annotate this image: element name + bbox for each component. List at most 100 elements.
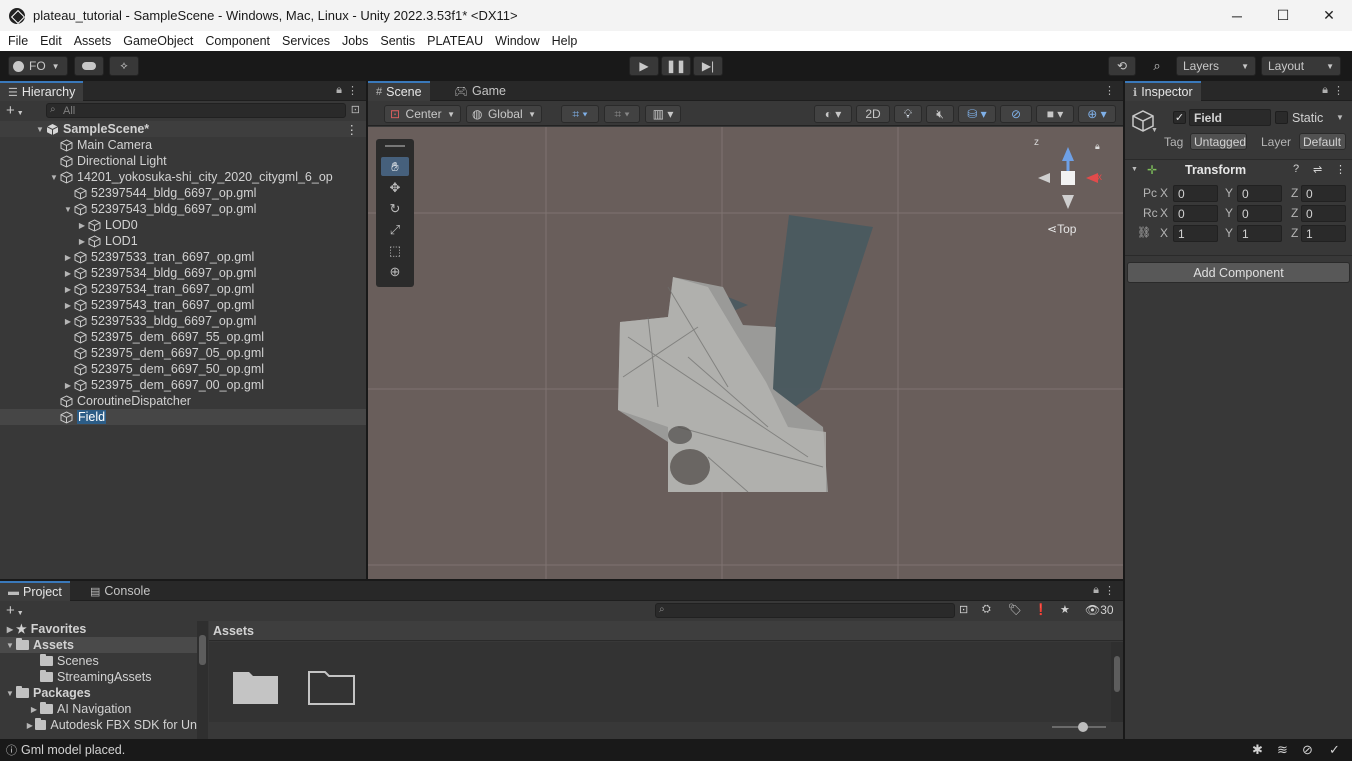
scroll-thumb[interactable]: [199, 635, 206, 665]
menu-plateau[interactable]: PLATEAU: [421, 34, 489, 48]
project-tree-item[interactable]: ▼ Packages: [0, 685, 197, 701]
hierarchy-item[interactable]: ▶ LOD1: [0, 233, 366, 249]
folder-icon[interactable]: [231, 666, 281, 706]
scale-link-x-field[interactable]: 1: [1173, 225, 1218, 242]
audio-toggle[interactable]: 🔇︎: [926, 105, 954, 123]
constrain-proportions-icon[interactable]: ⛓︎: [1137, 226, 1151, 239]
position-y-field[interactable]: 0: [1237, 185, 1282, 202]
palette-drag-handle[interactable]: [385, 145, 405, 147]
scale-tool[interactable]: ⤢: [381, 220, 409, 239]
expand-right-icon[interactable]: ▶: [62, 381, 74, 390]
tab-scene[interactable]: # Scene: [368, 81, 430, 101]
project-tree-item[interactable]: ▶ ★ Favorites: [0, 621, 197, 637]
menu-assets[interactable]: Assets: [68, 34, 118, 48]
search-by-type-icon[interactable]: ⊡: [959, 603, 968, 616]
hierarchy-search-input[interactable]: ⌕ All: [46, 103, 346, 118]
layer-dropdown[interactable]: Default: [1299, 133, 1346, 150]
more-options-icon[interactable]: ⋮: [1104, 584, 1115, 597]
hierarchy-item[interactable]: ▶ 52397543_tran_6697_op.gml: [0, 297, 366, 313]
hierarchy-item[interactable]: Field: [0, 409, 366, 425]
tab-console[interactable]: ▤ Console: [82, 581, 158, 601]
folder-icon[interactable]: [307, 666, 357, 706]
search-filter-icon[interactable]: ⊡: [351, 103, 360, 116]
expand-down-icon[interactable]: ▼: [48, 173, 60, 182]
scale-link-z-field[interactable]: 1: [1301, 225, 1346, 242]
project-tree-item[interactable]: ▶ AI Navigation: [0, 701, 197, 717]
preset-icon[interactable]: ⇌: [1313, 163, 1322, 176]
expand-right-icon[interactable]: ▶: [62, 253, 74, 262]
play-button[interactable]: ▶: [629, 56, 659, 76]
menu-sentis[interactable]: Sentis: [374, 34, 421, 48]
project-tree-item[interactable]: StreamingAssets: [0, 669, 197, 685]
progress-icon[interactable]: ≋: [1277, 742, 1288, 758]
scene-root-row[interactable]: ▼ SampleScene* ⋮: [0, 121, 366, 137]
step-button[interactable]: ▶|: [693, 56, 723, 76]
expand-right-icon[interactable]: ▶: [4, 625, 16, 634]
hierarchy-item[interactable]: 523975_dem_6697_05_op.gml: [0, 345, 366, 361]
2d-mode-toggle[interactable]: 2D: [856, 105, 890, 123]
more-options-icon[interactable]: ⋮: [346, 122, 359, 137]
gizmo-view-label[interactable]: ⋖Top: [1047, 222, 1076, 236]
layers-dropdown[interactable]: Layers ▼: [1176, 56, 1256, 76]
slider-thumb[interactable]: [1078, 722, 1088, 732]
menu-help[interactable]: Help: [546, 34, 584, 48]
static-dropdown[interactable]: ▼: [1336, 113, 1344, 122]
visibility-count[interactable]: 👁︎30: [1085, 603, 1114, 617]
breadcrumb-assets[interactable]: Assets: [213, 624, 254, 638]
filter-by-label-icon[interactable]: 🏷︎: [1008, 603, 1022, 616]
maximize-button[interactable]: ☐: [1260, 0, 1306, 31]
expand-right-icon[interactable]: ▶: [28, 705, 40, 714]
camera-dropdown[interactable]: ■ ▾: [1036, 105, 1074, 123]
position-z-field[interactable]: 0: [1301, 185, 1346, 202]
menu-jobs[interactable]: Jobs: [336, 34, 374, 48]
active-checkbox[interactable]: ✓: [1173, 111, 1186, 124]
rotation-z-field[interactable]: 0: [1301, 205, 1346, 222]
expand-down-icon[interactable]: ▼: [62, 205, 74, 214]
hierarchy-item[interactable]: ▶ 52397533_tran_6697_op.gml: [0, 249, 366, 265]
expand-right-icon[interactable]: ▶: [25, 721, 36, 730]
grid-snap-dropdown[interactable]: ⌗ ▾: [561, 105, 599, 123]
tag-dropdown[interactable]: Untagged: [1190, 133, 1247, 150]
static-checkbox[interactable]: [1275, 111, 1288, 124]
project-tree-item[interactable]: ▶ Autodesk FBX SDK for Un: [0, 717, 197, 733]
menu-services[interactable]: Services: [276, 34, 336, 48]
increment-snap-dropdown[interactable]: ⌗ ▾: [604, 105, 640, 123]
scene-viewport[interactable]: z x 🔒︎ ⋖Top ✋︎ ✥ ↻ ⤢ ⬚ ⊕: [368, 127, 1123, 579]
hierarchy-item[interactable]: 52397544_bldg_6697_op.gml: [0, 185, 366, 201]
menu-gameobject[interactable]: GameObject: [117, 34, 199, 48]
pause-button[interactable]: ❚❚: [661, 56, 691, 76]
hierarchy-item[interactable]: ▶ LOD0: [0, 217, 366, 233]
expand-right-icon[interactable]: ▶: [62, 301, 74, 310]
menu-file[interactable]: File: [2, 34, 34, 48]
scale-link-y-field[interactable]: 1: [1237, 225, 1282, 242]
transform-tool[interactable]: ⊕: [381, 262, 409, 281]
icon-size-slider[interactable]: [1052, 722, 1106, 732]
expand-right-icon[interactable]: ▶: [62, 285, 74, 294]
more-options-icon[interactable]: ⋮: [1333, 84, 1344, 97]
minimize-button[interactable]: ─: [1214, 0, 1260, 31]
space-dropdown[interactable]: ◍ Global ▼: [466, 105, 542, 123]
add-object-button[interactable]: + ▼: [6, 102, 24, 119]
cloud-button[interactable]: [74, 56, 104, 76]
hierarchy-item[interactable]: ▶ 523975_dem_6697_00_op.gml: [0, 377, 366, 393]
expand-down-icon[interactable]: ▼: [4, 641, 16, 650]
tab-project[interactable]: ▬ Project: [0, 581, 70, 601]
hierarchy-item[interactable]: Main Camera: [0, 137, 366, 153]
ruler-dropdown[interactable]: ▥ ▾: [645, 105, 681, 123]
hierarchy-item[interactable]: ▶ 52397534_tran_6697_op.gml: [0, 281, 366, 297]
expand-right-icon[interactable]: ▶: [62, 269, 74, 278]
chevron-down-icon[interactable]: ▼: [1151, 127, 1158, 134]
more-options-icon[interactable]: ⋮: [347, 84, 358, 97]
orientation-gizmo[interactable]: [1038, 147, 1098, 209]
debug-icon[interactable]: ✱: [1252, 742, 1263, 758]
add-component-button[interactable]: Add Component: [1127, 262, 1350, 283]
scroll-thumb[interactable]: [1114, 656, 1120, 692]
menu-component[interactable]: Component: [199, 34, 276, 48]
tab-inspector[interactable]: ℹ Inspector: [1125, 81, 1201, 101]
hierarchy-item[interactable]: ▶ 52397534_bldg_6697_op.gml: [0, 265, 366, 281]
layout-dropdown[interactable]: Layout ▼: [1261, 56, 1341, 76]
create-asset-button[interactable]: + ▼: [6, 602, 24, 619]
hierarchy-item[interactable]: Directional Light: [0, 153, 366, 169]
hierarchy-item[interactable]: 523975_dem_6697_50_op.gml: [0, 361, 366, 377]
version-control-button[interactable]: ⟡: [109, 56, 139, 76]
